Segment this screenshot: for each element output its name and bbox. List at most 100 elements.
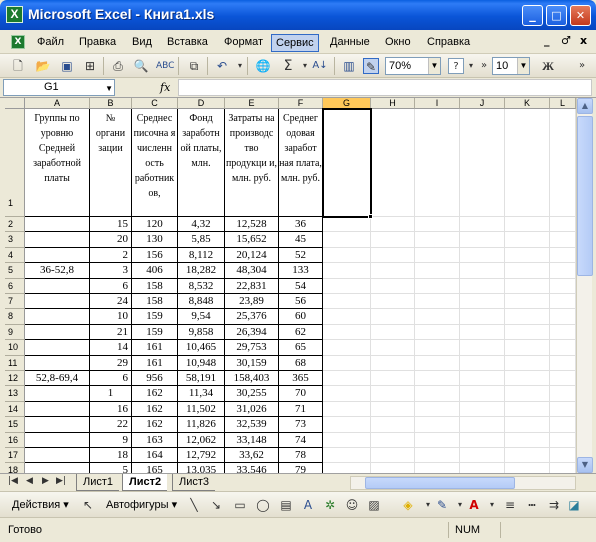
data-cell[interactable]: 11,502 <box>178 401 225 418</box>
data-cell[interactable]: 18 <box>90 448 132 464</box>
empty-cell[interactable] <box>323 294 371 310</box>
data-cell[interactable]: 120 <box>132 217 178 233</box>
spelling-icon[interactable]: ABC <box>156 58 174 74</box>
row-header-13[interactable]: 13 <box>5 386 25 402</box>
data-cell[interactable]: 162 <box>132 417 178 433</box>
data-cell[interactable]: 18,282 <box>178 263 225 279</box>
data-cell[interactable]: 21 <box>90 324 132 341</box>
arrow-style-icon[interactable]: ⇉ <box>546 497 562 513</box>
data-cell[interactable] <box>25 355 90 371</box>
empty-cell[interactable] <box>323 324 371 341</box>
autosum-icon[interactable]: Σ <box>280 58 296 74</box>
row-header-3[interactable]: 3 <box>5 232 25 248</box>
data-cell[interactable]: 6 <box>90 278 132 294</box>
empty-cell[interactable] <box>415 309 460 325</box>
workbook-icon[interactable]: X <box>11 35 25 49</box>
data-cell[interactable] <box>25 232 90 248</box>
empty-cell[interactable] <box>415 294 460 310</box>
data-cell[interactable]: 15,652 <box>225 232 279 248</box>
data-cell[interactable]: 78 <box>279 448 323 464</box>
empty-cell[interactable] <box>371 294 415 310</box>
empty-cell[interactable] <box>371 355 415 371</box>
horizontal-scroll-thumb[interactable] <box>365 477 515 489</box>
data-cell[interactable]: 74 <box>279 432 323 448</box>
row-header-11[interactable]: 11 <box>5 355 25 371</box>
menu-tools[interactable]: Сервис <box>271 34 319 52</box>
vertical-scrollbar[interactable]: ▲ ▼ <box>576 98 593 473</box>
empty-cell[interactable] <box>460 386 505 402</box>
print-icon[interactable]: ⎙ <box>110 58 126 74</box>
data-cell[interactable]: 11,826 <box>178 417 225 433</box>
empty-cell[interactable] <box>323 371 371 387</box>
copy-icon[interactable]: ⧉ <box>186 58 202 74</box>
empty-cell[interactable] <box>323 217 371 233</box>
data-cell[interactable]: 158 <box>132 278 178 294</box>
empty-cell[interactable] <box>550 371 576 387</box>
data-cell[interactable]: 8,848 <box>178 294 225 310</box>
header-cell[interactable]: Среднег одовая заработ ная плата, млн. р… <box>279 109 323 217</box>
empty-cell[interactable] <box>415 417 460 433</box>
data-cell[interactable] <box>25 340 90 356</box>
scroll-down-icon[interactable]: ▼ <box>577 457 593 473</box>
data-cell[interactable]: 8,112 <box>178 247 225 264</box>
column-header-l[interactable]: L <box>550 98 576 109</box>
data-cell[interactable]: 16 <box>90 401 132 418</box>
empty-cell[interactable] <box>460 463 505 473</box>
empty-cell[interactable] <box>505 309 550 325</box>
menu-data[interactable]: Данные <box>326 34 374 52</box>
empty-cell[interactable] <box>460 448 505 464</box>
data-cell[interactable]: 22,831 <box>225 278 279 294</box>
scroll-up-icon[interactable]: ▲ <box>577 98 593 114</box>
empty-cell[interactable] <box>323 401 371 418</box>
doc-minimize-icon[interactable]: _ <box>544 34 550 47</box>
empty-cell[interactable] <box>415 247 460 264</box>
menu-view[interactable]: Вид <box>128 34 156 52</box>
data-cell[interactable]: 65 <box>279 340 323 356</box>
prev-sheet-icon[interactable]: ◀ <box>26 476 33 486</box>
data-cell[interactable] <box>25 386 90 402</box>
row-header-12[interactable]: 12 <box>5 371 25 387</box>
empty-cell[interactable] <box>550 401 576 418</box>
data-cell[interactable]: 36 <box>279 217 323 233</box>
data-cell[interactable]: 15 <box>90 217 132 233</box>
row-header-5[interactable]: 5 <box>5 263 25 279</box>
bold-button[interactable]: Ж <box>540 58 556 74</box>
data-cell[interactable]: 20,124 <box>225 247 279 264</box>
data-cell[interactable]: 956 <box>132 371 178 387</box>
data-cell[interactable]: 24 <box>90 294 132 310</box>
empty-cell[interactable] <box>460 232 505 248</box>
column-header-c[interactable]: C <box>132 98 178 109</box>
undo-icon[interactable]: ↶ <box>214 58 230 74</box>
empty-cell[interactable] <box>323 417 371 433</box>
data-cell[interactable]: 1 <box>90 386 132 402</box>
empty-cell[interactable] <box>505 448 550 464</box>
next-sheet-icon[interactable]: ▶ <box>42 476 49 486</box>
close-button[interactable]: ✕ <box>570 5 591 26</box>
data-cell[interactable]: 161 <box>132 340 178 356</box>
data-cell[interactable]: 159 <box>132 309 178 325</box>
sort-ascending-icon[interactable]: A↓ <box>312 58 328 74</box>
header-cell[interactable]: № органи зации <box>90 109 132 217</box>
data-cell[interactable]: 45 <box>279 232 323 248</box>
empty-cell[interactable] <box>550 417 576 433</box>
empty-cell[interactable] <box>323 463 371 473</box>
row-header-2[interactable]: 2 <box>5 217 25 233</box>
line-style-icon[interactable]: ≡ <box>502 497 518 513</box>
empty-cell[interactable] <box>371 324 415 341</box>
empty-cell[interactable] <box>371 217 415 233</box>
first-sheet-icon[interactable]: |◀ <box>8 476 18 486</box>
clipart-icon[interactable]: ☺ <box>344 497 360 513</box>
empty-cell[interactable] <box>415 340 460 356</box>
empty-cell[interactable] <box>550 309 576 325</box>
data-cell[interactable]: 70 <box>279 386 323 402</box>
data-cell[interactable]: 36-52,8 <box>25 263 90 279</box>
empty-cell[interactable] <box>550 324 576 341</box>
doc-restore-icon[interactable]: ♂ <box>561 34 571 47</box>
fill-handle[interactable] <box>368 214 373 219</box>
empty-cell[interactable] <box>323 309 371 325</box>
empty-cell[interactable] <box>550 386 576 402</box>
spreadsheet-grid[interactable]: A B C D E F G H I J K L 1 2 3 4 5 6 7 8 9 10 11 12 13 14 15 16 17 18 Г… <box>5 98 576 473</box>
empty-cell[interactable] <box>550 109 576 217</box>
empty-cell[interactable] <box>371 340 415 356</box>
row-header-17[interactable]: 17 <box>5 448 25 464</box>
